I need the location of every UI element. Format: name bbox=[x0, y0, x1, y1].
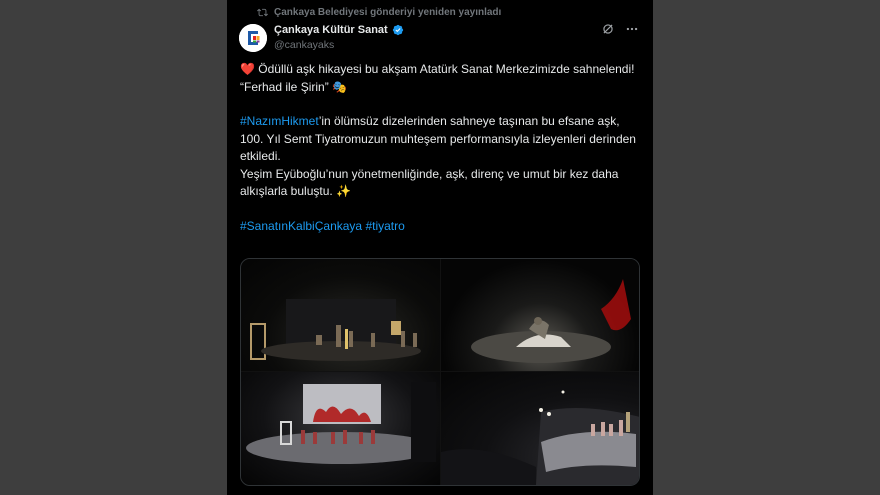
repost-notice[interactable]: Çankaya Belediyesi gönderiyi yeniden yay… bbox=[257, 7, 501, 18]
verified-badge-icon bbox=[392, 24, 403, 36]
hashtag-link[interactable]: #NazımHikmet bbox=[240, 114, 319, 128]
stage-photo-2[interactable] bbox=[441, 259, 639, 371]
tweet-paragraph-2: #NazımHikmet’in ölümsüz dizelerinden sah… bbox=[240, 114, 636, 163]
stage-photo-3[interactable] bbox=[241, 372, 440, 485]
cankaya-logo-icon bbox=[239, 24, 267, 52]
tweet-paragraph-3: Yeşim Eyüboğlu’nun yönetmenliğinde, aşk,… bbox=[240, 166, 645, 201]
heart-icon: ❤️ bbox=[240, 62, 255, 76]
grok-icon[interactable] bbox=[601, 22, 615, 39]
more-icon[interactable] bbox=[625, 22, 639, 39]
author-name[interactable]: Çankaya Kültür Sanat bbox=[274, 24, 388, 36]
repost-icon bbox=[257, 8, 268, 17]
theater-masks-icon: 🎭 bbox=[332, 79, 347, 94]
avatar[interactable] bbox=[239, 24, 267, 52]
tweet-hashtags: #SanatınKalbiÇankaya #tiyatro bbox=[240, 218, 645, 236]
tweet-text: ❤️ Ödüllü aşk hikayesi bu akşam Atatürk … bbox=[240, 61, 645, 235]
hashtag-link[interactable]: #tiyatro bbox=[365, 219, 404, 233]
hashtag-link[interactable]: #SanatınKalbiÇankaya bbox=[240, 219, 362, 233]
right-backdrop bbox=[653, 0, 880, 495]
left-backdrop bbox=[0, 0, 227, 495]
repost-notice-text: Çankaya Belediyesi gönderiyi yeniden yay… bbox=[274, 7, 502, 18]
media-grid[interactable] bbox=[240, 258, 640, 486]
tweet-card[interactable]: Çankaya Belediyesi gönderiyi yeniden yay… bbox=[227, 0, 653, 495]
tweet-line-2: “Ferhad ile Şirin” 🎭 bbox=[240, 79, 645, 97]
stage-photo-1[interactable] bbox=[241, 259, 440, 371]
author-handle[interactable]: @cankayaks bbox=[274, 39, 404, 51]
tweet-line-1: ❤️ Ödüllü aşk hikayesi bu akşam Atatürk … bbox=[240, 61, 645, 79]
sparkles-icon: ✨ bbox=[336, 184, 351, 198]
stage-photo-4[interactable] bbox=[441, 372, 639, 485]
